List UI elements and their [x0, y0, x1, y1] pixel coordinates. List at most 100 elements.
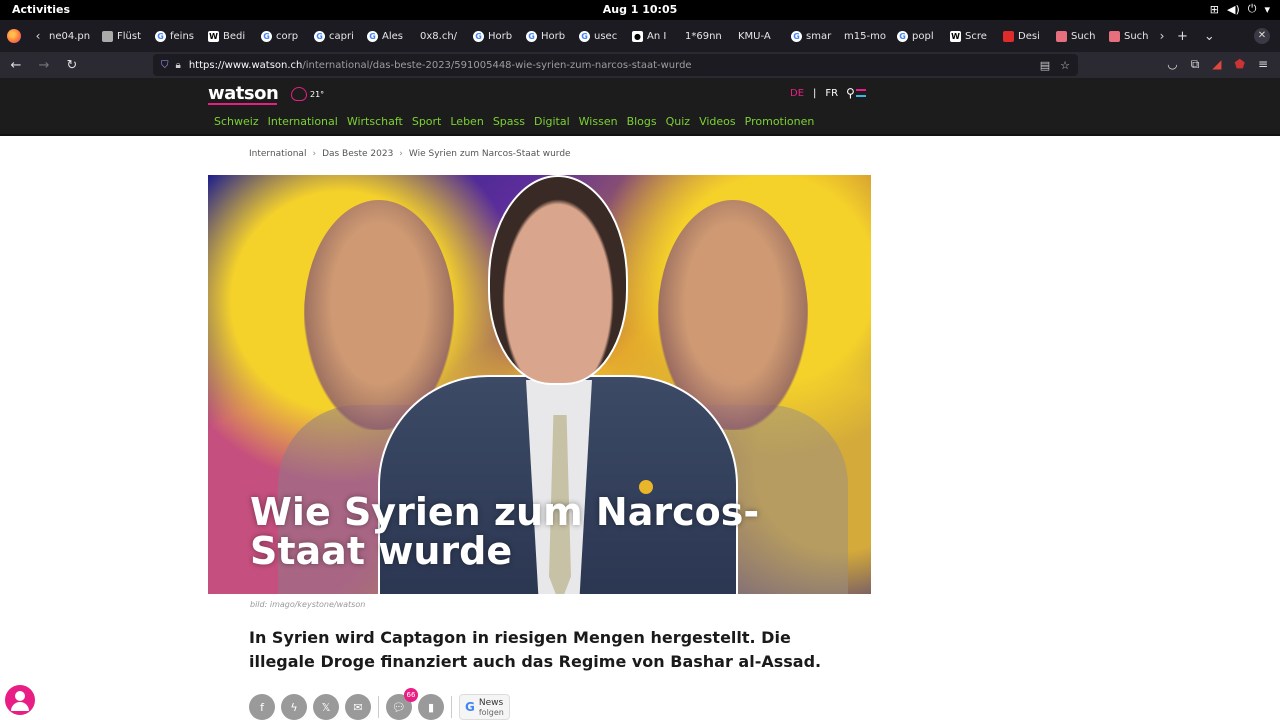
- google-icon: G: [155, 30, 166, 42]
- wikipedia-icon: W: [950, 30, 961, 42]
- breadcrumb-item[interactable]: Das Beste 2023: [322, 149, 393, 159]
- site-logo[interactable]: watson: [208, 83, 279, 104]
- search-menu-button[interactable]: ⚲: [846, 86, 866, 100]
- nav-item-international[interactable]: International: [268, 115, 338, 128]
- messenger-icon[interactable]: ϟ: [281, 694, 307, 720]
- facebook-icon[interactable]: f: [249, 694, 275, 720]
- tab[interactable]: Gpopl: [893, 23, 944, 49]
- back-icon[interactable]: ←: [4, 58, 28, 73]
- url-path: /international/das-beste-2023/591005448-…: [302, 59, 692, 71]
- weather-widget[interactable]: 21°: [291, 87, 324, 101]
- nav-item-wirtschaft[interactable]: Wirtschaft: [347, 115, 403, 128]
- navigation-toolbar: ← → ↻ ⛉ 🔒︎ https://www.watson.ch/interna…: [0, 52, 1280, 78]
- mail-icon[interactable]: ✉: [345, 694, 371, 720]
- menu-bars-icon: [855, 89, 866, 97]
- tab-title: KMU-A: [738, 30, 771, 42]
- article-headline: Wie Syrien zum Narcos-Staat wurde: [250, 490, 760, 573]
- tab-title: corp: [276, 30, 299, 42]
- chevron-down-icon: ▾: [1264, 2, 1270, 16]
- tab[interactable]: ● An I: [628, 23, 679, 49]
- bookmark-star-icon[interactable]: ☆: [1060, 59, 1070, 72]
- tab-title: m15-mo: [844, 30, 886, 42]
- nav-item-schweiz[interactable]: Schweiz: [214, 115, 259, 128]
- logo-underline: [208, 103, 277, 105]
- hero-image[interactable]: Wie Syrien zum Narcos-Staat wurde: [208, 175, 871, 594]
- window-close-icon[interactable]: ✕: [1254, 28, 1270, 44]
- lock-icon[interactable]: 🔒︎: [176, 60, 181, 71]
- tab[interactable]: KMU-A: [734, 23, 785, 49]
- nav-item-promotionen[interactable]: Promotionen: [745, 115, 815, 128]
- extension-red-icon[interactable]: ◢: [1212, 57, 1221, 72]
- tab-title: feins: [170, 30, 194, 42]
- pocket-icon[interactable]: ◡: [1167, 57, 1177, 72]
- article-lead: In Syrien wird Captagon in riesigen Meng…: [249, 628, 822, 671]
- nav-item-leben[interactable]: Leben: [450, 115, 483, 128]
- nav-item-videos[interactable]: Videos: [699, 115, 736, 128]
- tab[interactable]: 0x8.ch/: [416, 23, 467, 49]
- lang-de[interactable]: DE: [790, 88, 804, 99]
- nav-item-sport[interactable]: Sport: [412, 115, 442, 128]
- search-engine-icon: [1109, 30, 1120, 42]
- reader-view-icon[interactable]: ▤: [1040, 59, 1050, 72]
- tab[interactable]: Gcorp: [257, 23, 308, 49]
- tab[interactable]: Desi: [999, 23, 1050, 49]
- firefox-icon[interactable]: [7, 29, 21, 43]
- tab[interactable]: G Horb: [522, 23, 573, 49]
- weather-temp: 21°: [310, 89, 325, 99]
- tab[interactable]: Such: [1052, 23, 1103, 49]
- extensions-icon[interactable]: ⧉: [1191, 57, 1200, 72]
- tab[interactable]: W Scre: [946, 23, 997, 49]
- breadcrumb-item[interactable]: International: [249, 149, 306, 159]
- header-divider: [0, 134, 1280, 136]
- new-tab-icon[interactable]: +: [1177, 29, 1188, 44]
- nav-item-digital[interactable]: Digital: [534, 115, 570, 128]
- clock[interactable]: Aug 1 10:05: [0, 3, 1280, 16]
- tab[interactable]: m15-mo: [840, 23, 891, 49]
- url-text[interactable]: https://www.watson.ch/international/das-…: [189, 60, 692, 71]
- nav-item-spass[interactable]: Spass: [493, 115, 525, 128]
- list-tabs-icon[interactable]: ⌄: [1204, 29, 1215, 44]
- comment-count-badge: 66: [404, 688, 418, 702]
- bookmark-icon[interactable]: ▮: [418, 694, 444, 720]
- tab-title: 1*69nn: [685, 30, 722, 42]
- tab-title: usec: [594, 30, 618, 42]
- ublock-icon[interactable]: ⬟: [1235, 57, 1245, 72]
- comments-button[interactable]: 💬︎ 66: [386, 688, 418, 720]
- language-switch: DE | FR: [790, 88, 838, 99]
- share-divider: [378, 696, 379, 718]
- tab[interactable]: Gfeins: [151, 23, 202, 49]
- tab-scroll-right-icon[interactable]: ›: [1155, 29, 1169, 43]
- url-bar[interactable]: ⛉ 🔒︎ https://www.watson.ch/international…: [153, 54, 1078, 76]
- wikipedia-icon: W: [208, 30, 219, 42]
- tab[interactable]: W Bedi: [204, 23, 255, 49]
- tab[interactable]: Gusec: [575, 23, 626, 49]
- tab[interactable]: Flüst: [98, 23, 149, 49]
- tab[interactable]: ne04.pn: [45, 23, 96, 49]
- nav-item-blogs[interactable]: Blogs: [627, 115, 657, 128]
- tab[interactable]: G Horb: [469, 23, 520, 49]
- google-news-follow-button[interactable]: G News folgen: [459, 694, 510, 720]
- breadcrumb-separator: ›: [399, 149, 403, 159]
- tracking-shield-icon[interactable]: ⛉: [161, 60, 169, 71]
- tab[interactable]: Gcapri: [310, 23, 361, 49]
- system-tray[interactable]: ⊞ ◀) ⏻ ▾: [1210, 2, 1270, 16]
- tab[interactable]: 1*69nn: [681, 23, 732, 49]
- menu-icon[interactable]: ≡: [1258, 57, 1268, 72]
- lang-fr[interactable]: FR: [825, 88, 838, 99]
- medium-icon: ●: [632, 30, 643, 42]
- forward-icon[interactable]: →: [32, 58, 56, 73]
- google-icon: G: [465, 700, 475, 714]
- user-avatar-button[interactable]: [5, 685, 35, 715]
- x-icon[interactable]: 𝕏: [313, 694, 339, 720]
- tab[interactable]: Gsmar: [787, 23, 838, 49]
- share-bar: f ϟ 𝕏 ✉ 💬︎ 66 ▮ G News folgen: [249, 688, 510, 720]
- reload-icon[interactable]: ↻: [60, 58, 84, 73]
- search-icon: ⚲: [846, 86, 855, 100]
- lang-separator: |: [813, 88, 817, 99]
- tab[interactable]: Such: [1105, 23, 1155, 49]
- tab-scroll-left-icon[interactable]: ‹: [31, 29, 45, 43]
- breadcrumb-item-current[interactable]: Wie Syrien zum Narcos-Staat wurde: [409, 149, 571, 159]
- nav-item-wissen[interactable]: Wissen: [579, 115, 618, 128]
- nav-item-quiz[interactable]: Quiz: [666, 115, 690, 128]
- tab[interactable]: G Ales: [363, 23, 414, 49]
